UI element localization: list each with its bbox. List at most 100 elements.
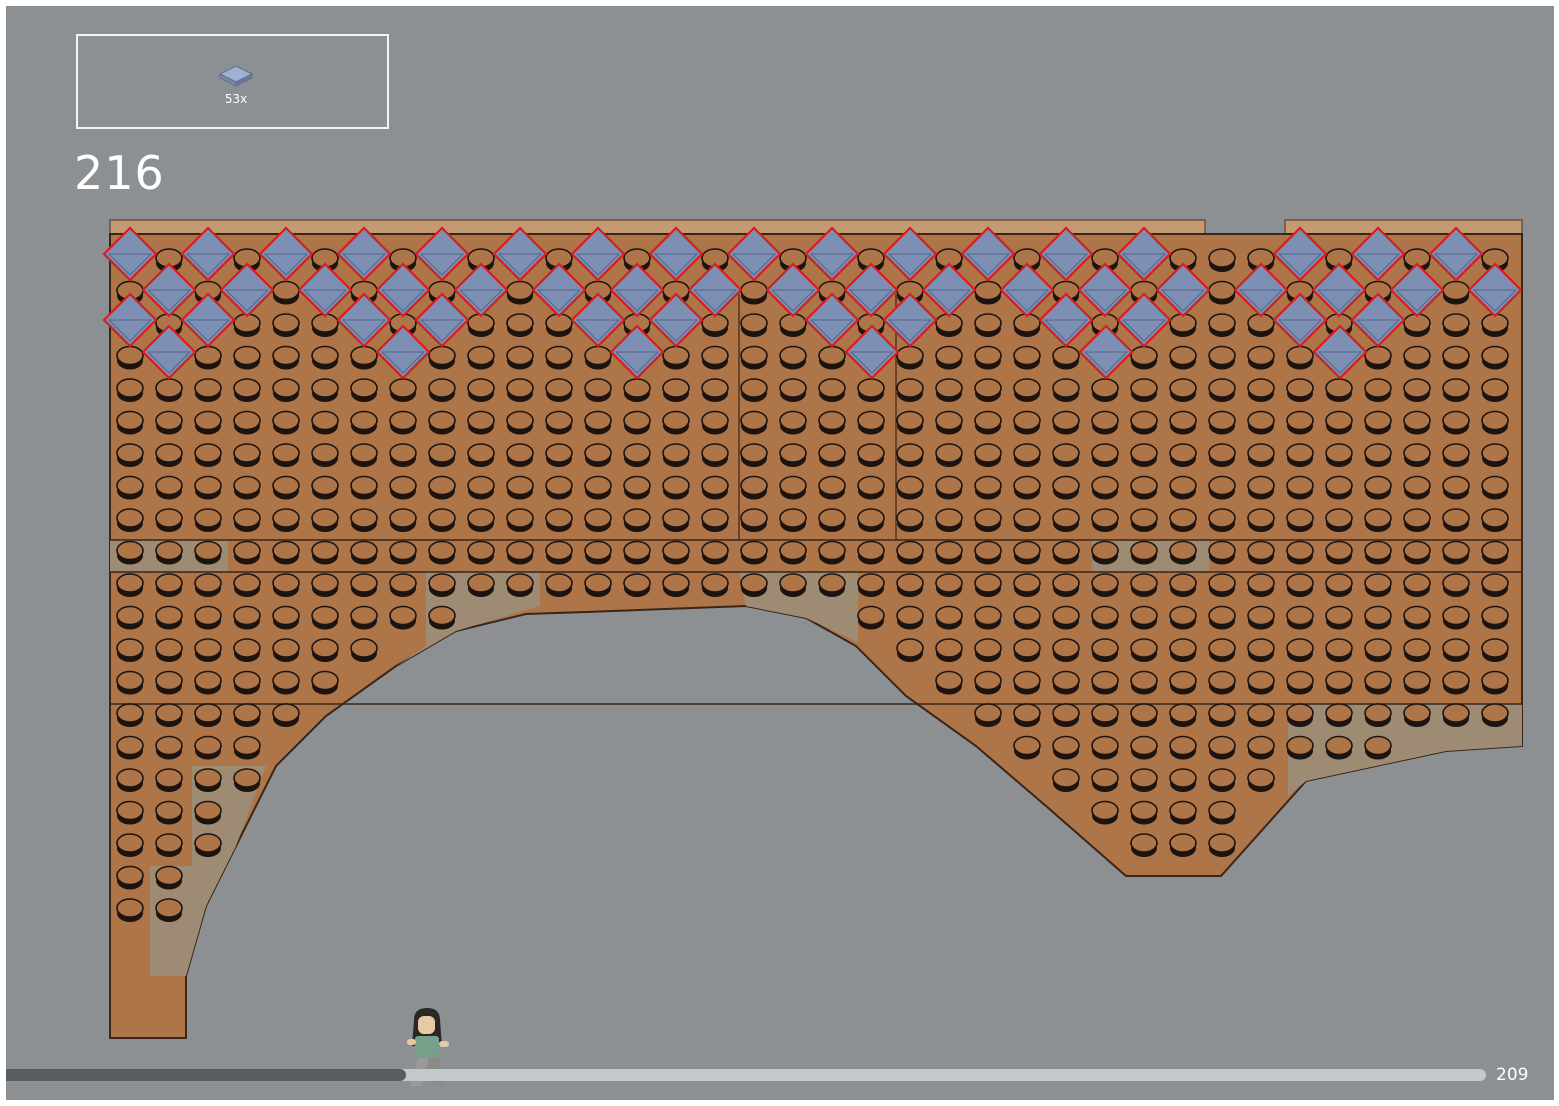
stud [662, 475, 690, 496]
stud [974, 540, 1002, 561]
stud [857, 443, 885, 463]
stud [662, 540, 690, 561]
stud [1052, 508, 1080, 528]
stud [194, 410, 222, 431]
stud [1403, 573, 1431, 593]
stud [1364, 670, 1392, 691]
stud [545, 540, 573, 561]
stud [974, 345, 1002, 366]
stud [1286, 410, 1314, 431]
stud [1247, 703, 1275, 723]
stud [272, 703, 300, 723]
stud [935, 638, 963, 658]
stud [155, 703, 183, 723]
stud [272, 410, 300, 431]
stud [1481, 638, 1509, 658]
stud [662, 443, 690, 463]
stud [935, 670, 963, 691]
stud [194, 443, 222, 463]
stud [1286, 573, 1314, 593]
stud [935, 475, 963, 496]
stud [1247, 605, 1275, 626]
stud [233, 735, 261, 756]
stud [233, 345, 261, 366]
stud [1403, 475, 1431, 496]
stud [1286, 443, 1314, 463]
stud [233, 540, 261, 561]
stud [1013, 475, 1041, 496]
stud [1364, 605, 1392, 626]
stud [623, 410, 651, 431]
stud [116, 443, 144, 463]
stud [1169, 800, 1197, 821]
stud [1442, 508, 1470, 528]
stud [584, 573, 612, 593]
stud [233, 703, 261, 723]
stud [1325, 410, 1353, 431]
stud [1481, 378, 1509, 398]
stud [1364, 475, 1392, 496]
stud [1403, 508, 1431, 528]
stud [1169, 833, 1197, 853]
stud [1208, 508, 1236, 528]
stud [1169, 378, 1197, 398]
stud [1481, 670, 1509, 691]
stud [1091, 670, 1119, 691]
stud [272, 605, 300, 626]
stud [662, 410, 690, 431]
stud [1481, 475, 1509, 496]
stud [1481, 540, 1509, 561]
stud [194, 670, 222, 691]
stud [1286, 475, 1314, 496]
stud [233, 638, 261, 658]
stud [545, 345, 573, 366]
stud [506, 280, 534, 301]
stud [1130, 800, 1158, 821]
stud [740, 508, 768, 528]
stud [350, 573, 378, 593]
stud [1481, 443, 1509, 463]
stud [1013, 670, 1041, 691]
stud [1247, 378, 1275, 398]
stud [1481, 605, 1509, 626]
stud [155, 540, 183, 561]
stud [1208, 378, 1236, 398]
stud [1442, 443, 1470, 463]
stud [467, 475, 495, 496]
stud [1052, 443, 1080, 463]
stud [1130, 540, 1158, 561]
stud [1169, 768, 1197, 788]
page-number: 209 [1496, 1065, 1529, 1085]
stud [116, 540, 144, 561]
stud [1013, 573, 1041, 593]
stud [155, 378, 183, 398]
stud [935, 508, 963, 528]
stud [506, 540, 534, 561]
stud [935, 345, 963, 366]
stud [233, 443, 261, 463]
stud [584, 378, 612, 398]
stud [1169, 540, 1197, 561]
stud [272, 508, 300, 528]
stud [779, 443, 807, 463]
stud [623, 378, 651, 398]
stud [272, 573, 300, 593]
stud [1442, 410, 1470, 431]
stud [1208, 670, 1236, 691]
stud [701, 378, 729, 398]
stud [116, 670, 144, 691]
stud [350, 475, 378, 496]
stud [116, 735, 144, 756]
stud [1013, 703, 1041, 723]
stud [662, 378, 690, 398]
progress-bar [6, 1069, 1486, 1081]
stud [506, 313, 534, 333]
stud [350, 638, 378, 658]
stud [974, 410, 1002, 431]
stud [194, 703, 222, 723]
stud [701, 573, 729, 593]
stud [740, 313, 768, 333]
stud [974, 475, 1002, 496]
stud [311, 573, 339, 593]
stud [194, 345, 222, 366]
